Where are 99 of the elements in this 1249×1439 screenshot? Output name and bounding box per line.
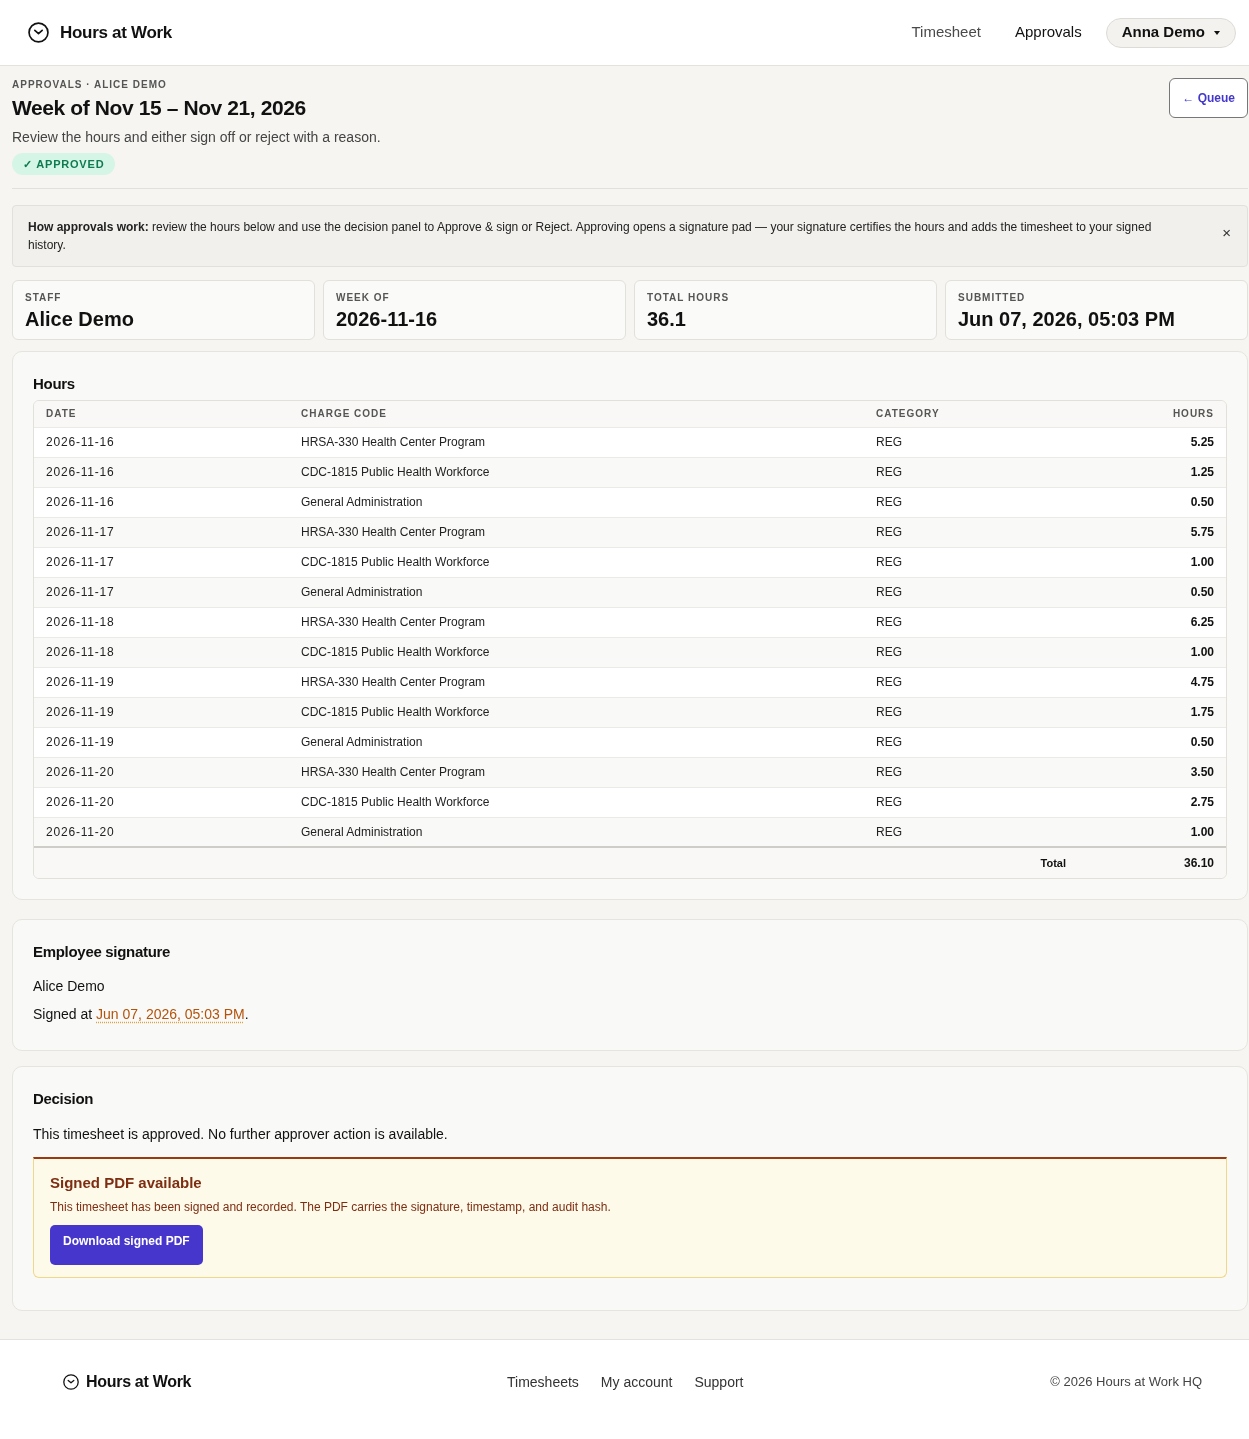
table-cell: 1.75 xyxy=(1078,697,1226,727)
table-cell: HRSA-330 Health Center Program xyxy=(289,607,864,637)
table-cell: REG xyxy=(864,517,1078,547)
panel-text: This timesheet has been signed and recorded. The PDF carries the signature, timestamp, and audit hash. xyxy=(50,1199,612,1215)
table-cell: 2026-11-16 xyxy=(34,487,289,517)
stat-value: Jun 07, 2026, 05:03 PM xyxy=(958,307,1176,332)
table-cell: REG xyxy=(864,637,1078,667)
footer-link[interactable]: My account xyxy=(600,1371,673,1393)
page-subtitle: Review the hours and either sign off or reject with a reason. xyxy=(12,128,381,147)
table-cell: 2026-11-17 xyxy=(34,547,289,577)
section-title: Employee signature xyxy=(33,942,172,962)
total-value: 36.10 xyxy=(1078,847,1226,878)
table-cell: REG xyxy=(864,427,1078,457)
stat-label: WEEK OF xyxy=(336,291,391,305)
table-cell: REG xyxy=(864,457,1078,487)
table-cell: 2026-11-16 xyxy=(34,427,289,457)
section-title: Hours xyxy=(33,374,76,394)
panel-title: Signed PDF available xyxy=(50,1173,203,1193)
table-cell: 0.50 xyxy=(1078,727,1226,757)
stat-label: STAFF xyxy=(25,291,63,305)
table-cell: CDC-1815 Public Health Workforce xyxy=(289,697,864,727)
column-header: CHARGE CODE xyxy=(289,401,864,427)
caret-icon xyxy=(1214,30,1220,35)
footer-link[interactable]: Support xyxy=(694,1371,744,1393)
table-cell: 2026-11-19 xyxy=(34,667,289,697)
total-label: Total xyxy=(864,847,1078,878)
column-header: CATEGORY xyxy=(864,401,1078,427)
table-cell: 2026-11-20 xyxy=(34,817,289,847)
table-cell: General Administration xyxy=(289,577,864,607)
brand-name[interactable]: Hours at Work xyxy=(60,19,172,46)
nav-link[interactable]: Approvals xyxy=(997,15,1099,50)
stat-label: SUBMITTED xyxy=(958,291,1027,305)
nav-link[interactable]: Timesheet xyxy=(894,15,998,50)
table-cell: 2026-11-20 xyxy=(34,757,289,787)
table-cell: 2026-11-19 xyxy=(34,727,289,757)
download-pdf-button[interactable]: Download signed PDF xyxy=(50,1225,203,1265)
signed-at-timestamp: Jun 07, 2026, 05:03 PM xyxy=(96,1006,245,1022)
table-cell: REG xyxy=(864,667,1078,697)
table-cell: 1.00 xyxy=(1078,817,1226,847)
table-cell: REG xyxy=(864,817,1078,847)
footer-brand[interactable]: Hours at Work xyxy=(86,1370,192,1394)
footer-link[interactable]: Timesheets xyxy=(507,1371,579,1393)
clock-icon xyxy=(63,1374,79,1390)
table-cell: REG xyxy=(864,487,1078,517)
table-cell: REG xyxy=(864,547,1078,577)
table-cell: REG xyxy=(864,697,1078,727)
clock-icon xyxy=(28,22,49,43)
table-cell: HRSA-330 Health Center Program xyxy=(289,757,864,787)
table-cell: REG xyxy=(864,787,1078,817)
signer-name: Alice Demo xyxy=(33,977,106,996)
breadcrumb: APPROVALS · ALICE DEMO xyxy=(12,78,168,92)
page-title: Week of Nov 15 – Nov 21, 2026 xyxy=(12,95,307,121)
table-cell: 1.00 xyxy=(1078,547,1226,577)
table-cell: 2026-11-17 xyxy=(34,517,289,547)
table-cell: 0.50 xyxy=(1078,577,1226,607)
decision-message: This timesheet is approved. No further approver action is available. xyxy=(33,1125,449,1144)
stat-label: TOTAL HOURS xyxy=(647,291,731,305)
table-cell: HRSA-330 Health Center Program xyxy=(289,517,864,547)
table-cell: HRSA-330 Health Center Program xyxy=(289,667,864,697)
table-cell: 5.75 xyxy=(1078,517,1226,547)
table-cell: General Administration xyxy=(289,487,864,517)
table-cell: HRSA-330 Health Center Program xyxy=(289,427,864,457)
close-button[interactable]: × xyxy=(1220,224,1233,242)
column-header: DATE xyxy=(34,401,289,427)
table-cell: REG xyxy=(864,577,1078,607)
table-cell: General Administration xyxy=(289,817,864,847)
user-menu-button[interactable]: Anna Demo xyxy=(1105,17,1236,48)
queue-button[interactable]: ← Queue xyxy=(1169,78,1248,118)
table-cell: REG xyxy=(864,757,1078,787)
table-cell: 1.00 xyxy=(1078,637,1226,667)
table-cell: 2026-11-19 xyxy=(34,697,289,727)
stat-value: 36.1 xyxy=(647,307,687,332)
table-cell: General Administration xyxy=(289,727,864,757)
table-cell: REG xyxy=(864,607,1078,637)
table-cell: 3.50 xyxy=(1078,757,1226,787)
table-cell: REG xyxy=(864,727,1078,757)
table-cell: 4.75 xyxy=(1078,667,1226,697)
column-header: HOURS xyxy=(1078,401,1226,427)
signed-at-text: Signed at Jun 07, 2026, 05:03 PM. xyxy=(33,1005,250,1024)
table-cell: CDC-1815 Public Health Workforce xyxy=(289,637,864,667)
copyright-text: © 2026 Hours at Work HQ xyxy=(1050,1373,1202,1392)
table-cell: 2.75 xyxy=(1078,787,1226,817)
table-cell: 2026-11-18 xyxy=(34,637,289,667)
table-cell: 2026-11-20 xyxy=(34,787,289,817)
table-cell: CDC-1815 Public Health Workforce xyxy=(289,787,864,817)
table-cell: 5.25 xyxy=(1078,427,1226,457)
table-cell: CDC-1815 Public Health Workforce xyxy=(289,457,864,487)
info-text: How approvals work: review the hours below and use the decision panel to Approve & sign or Reject. Approving opens a signature pad — your signature certifies the hours and adds the timesheet to your signed history. xyxy=(28,219,1153,254)
table-cell: 6.25 xyxy=(1078,607,1226,637)
table-cell: 0.50 xyxy=(1078,487,1226,517)
table-cell: 2026-11-18 xyxy=(34,607,289,637)
table-cell: 2026-11-17 xyxy=(34,577,289,607)
table-cell: CDC-1815 Public Health Workforce xyxy=(289,547,864,577)
status-badge: ✓ APPROVED xyxy=(12,153,116,175)
stat-value: 2026-11-16 xyxy=(336,307,439,332)
stat-value: Alice Demo xyxy=(25,307,135,332)
table-cell: 2026-11-16 xyxy=(34,457,289,487)
section-title: Decision xyxy=(33,1089,95,1109)
table-cell: 1.25 xyxy=(1078,457,1226,487)
